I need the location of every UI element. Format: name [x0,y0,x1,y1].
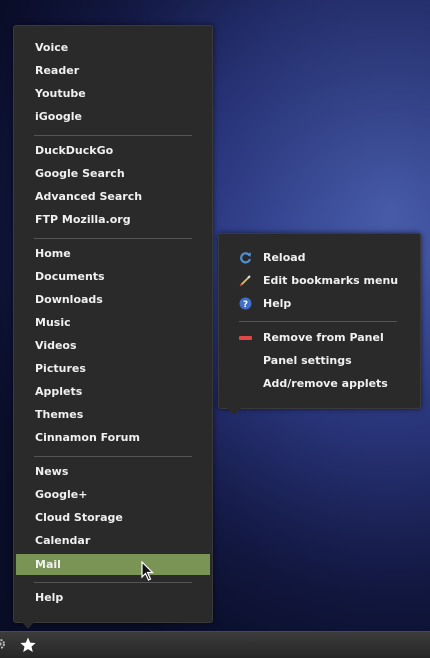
menu-item-videos[interactable]: Videos [16,335,210,356]
settings-icon[interactable] [0,638,6,650]
context-item-reload[interactable]: Reload [219,247,420,268]
remove-icon [239,336,252,340]
star-bookmarks-icon[interactable] [20,637,36,653]
context-item-panel-settings[interactable]: Panel settings [219,350,420,371]
context-item-help[interactable]: ? Help [219,293,420,314]
menu-item-advanced-search[interactable]: Advanced Search [16,186,210,207]
context-item-edit-bookmarks[interactable]: Edit bookmarks menu [219,270,420,291]
menu-item-duckduckgo[interactable]: DuckDuckGo [16,140,210,161]
menu-item-music[interactable]: Music [16,312,210,333]
reload-icon [240,252,252,264]
edit-icon [239,275,251,287]
menu-item-ftp-mozilla[interactable]: FTP Mozilla.org [16,209,210,230]
mouse-cursor-icon [141,561,154,581]
menu-item-downloads[interactable]: Downloads [16,289,210,310]
context-item-remove-from-panel[interactable]: Remove from Panel [219,327,420,348]
menu-item-home[interactable]: Home [16,243,210,264]
menu-item-cinnamon-forum[interactable]: Cinnamon Forum [16,427,210,448]
menu-separator [34,456,192,457]
menu-item-themes[interactable]: Themes [16,404,210,425]
svg-text:?: ? [243,300,248,310]
help-icon: ? [239,297,252,310]
menu-item-help[interactable]: Help [16,587,210,608]
menu-item-youtube[interactable]: Youtube [16,83,210,104]
menu-item-pictures[interactable]: Pictures [16,358,210,379]
menu-item-cloud-storage[interactable]: Cloud Storage [16,507,210,528]
menu-pointer [20,620,36,629]
menu-separator [34,582,192,583]
menu-item-igoogle[interactable]: iGoogle [16,106,210,127]
menu-separator [34,135,192,136]
menu-item-voice[interactable]: Voice [16,37,210,58]
bookmarks-menu: Voice Reader Youtube iGoogle DuckDuckGo … [13,25,213,623]
menu-item-applets[interactable]: Applets [16,381,210,402]
menu-item-reader[interactable]: Reader [16,60,210,81]
applet-context-menu: Reload Edit bookmarks menu ? Help Remove… [218,233,421,409]
menu-item-mail[interactable]: Mail [16,554,210,575]
context-item-add-remove-applets[interactable]: Add/remove applets [219,373,420,394]
menu-item-google-search[interactable]: Google Search [16,163,210,184]
menu-item-calendar[interactable]: Calendar [16,530,210,551]
menu-separator [34,238,192,239]
context-menu-pointer [226,407,242,415]
context-separator [239,321,397,322]
menu-item-documents[interactable]: Documents [16,266,210,287]
bottom-panel [0,631,430,658]
menu-item-news[interactable]: News [16,461,210,482]
menu-item-google-plus[interactable]: Google+ [16,484,210,505]
